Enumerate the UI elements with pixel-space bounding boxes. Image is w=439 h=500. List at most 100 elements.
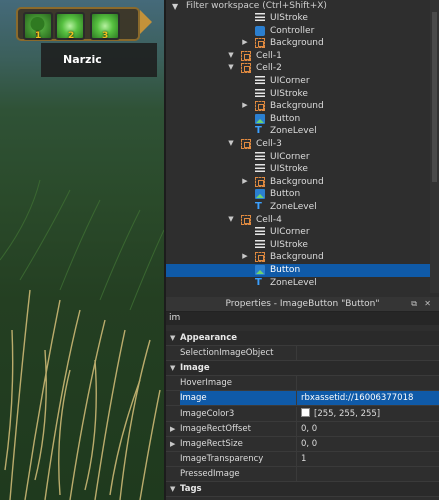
- color-swatch[interactable]: [301, 407, 310, 417]
- close-icon[interactable]: ✕: [424, 297, 431, 311]
- property-name: Tags: [180, 484, 202, 494]
- explorer-row[interactable]: ▶ Background: [166, 176, 430, 189]
- expand-arrow-icon[interactable]: ▶: [170, 437, 175, 451]
- explorer-row-label: Background: [270, 38, 324, 49]
- property-value[interactable]: [255, 255, 255]: [296, 406, 439, 421]
- property-value-text: [255, 255, 255]: [314, 408, 381, 419]
- frame-icon: [255, 101, 265, 112]
- property-name: ImageColor3: [180, 408, 235, 419]
- property-row[interactable]: ▶ ImageRectSize 0, 0: [166, 436, 439, 452]
- explorer-filter[interactable]: ▼ Filter workspace (Ctrl+Shift+X): [166, 0, 439, 12]
- frame-icon: [241, 63, 251, 74]
- imagebutton-icon: [255, 189, 265, 200]
- property-row[interactable]: Image rbxassetid://16006377018: [166, 391, 439, 407]
- filter-placeholder[interactable]: Filter workspace (Ctrl+Shift+X): [186, 0, 327, 12]
- property-category[interactable]: ▼ Appearance: [166, 331, 439, 347]
- explorer-row[interactable]: UIStroke: [166, 12, 430, 25]
- category-collapse-icon[interactable]: ▼: [170, 331, 175, 345]
- explorer-row[interactable]: ▶ Background: [166, 37, 430, 50]
- property-row[interactable]: PressedImage: [166, 466, 439, 482]
- property-value[interactable]: 0, 0: [296, 436, 439, 451]
- uistroke-icon: [255, 239, 265, 250]
- property-row[interactable]: SelectionImageObject: [166, 346, 439, 362]
- properties-title: Properties - ImageButton "Button": [225, 299, 380, 309]
- property-value[interactable]: [296, 376, 439, 391]
- frame-icon: [255, 252, 265, 263]
- property-category[interactable]: ▼ Tags: [166, 482, 439, 498]
- uistroke-icon: [255, 13, 265, 23]
- explorer-row-label: Cell-1: [256, 50, 282, 61]
- property-name: PressedImage: [180, 468, 240, 479]
- explorer-row[interactable]: ▶ Background: [166, 100, 430, 113]
- expanded-arrow-icon[interactable]: ▼: [227, 215, 235, 223]
- textlabel-icon: T: [255, 201, 262, 212]
- explorer-row[interactable]: T ZoneLevel: [166, 201, 430, 214]
- textlabel-icon: T: [255, 276, 262, 288]
- explorer-row[interactable]: ▼ Cell-1: [166, 50, 430, 63]
- explorer-row[interactable]: UICorner: [166, 151, 430, 164]
- properties-title-bar: Properties - ImageButton "Button" ⧉ ✕: [166, 297, 439, 312]
- imagebutton-icon: [255, 265, 265, 275]
- explorer-row[interactable]: Button: [166, 113, 430, 126]
- explorer-row[interactable]: ▶ Background: [166, 251, 430, 264]
- expand-arrow-icon[interactable]: ▶: [170, 422, 175, 436]
- property-name: Image: [180, 363, 210, 374]
- property-value[interactable]: [296, 346, 439, 361]
- category-collapse-icon[interactable]: ▼: [170, 482, 175, 496]
- explorer-row[interactable]: T ZoneLevel: [166, 277, 430, 290]
- explorer-row-label: ZoneLevel: [270, 126, 317, 137]
- explorer-row[interactable]: UICorner: [166, 226, 430, 239]
- property-value[interactable]: [296, 466, 439, 481]
- explorer-row[interactable]: ▼ Cell-2: [166, 62, 430, 75]
- explorer-row-label: Button: [270, 189, 301, 200]
- collapsed-arrow-icon[interactable]: ▶: [241, 252, 249, 260]
- property-category[interactable]: ▼ Image: [166, 361, 439, 377]
- property-value[interactable]: 0, 0: [296, 421, 439, 436]
- uicorner-icon: [255, 76, 265, 86]
- slot-number-3: 3: [102, 31, 109, 41]
- explorer-row[interactable]: T ZoneLevel: [166, 125, 430, 138]
- collapsed-arrow-icon[interactable]: ▶: [241, 177, 249, 185]
- explorer-row[interactable]: ▼ Cell-3: [166, 138, 430, 151]
- property-row[interactable]: ▶ ImageRectOffset 0, 0: [166, 421, 439, 437]
- scrollbar-thumb[interactable]: [432, 12, 437, 182]
- explorer-row[interactable]: UIStroke: [166, 239, 430, 252]
- property-value-text: 0, 0: [301, 423, 318, 434]
- expanded-arrow-icon[interactable]: ▼: [227, 63, 235, 71]
- slot-number-2: 2: [68, 31, 75, 41]
- explorer-row-label: UIStroke: [270, 88, 308, 99]
- property-name: Appearance: [180, 333, 238, 343]
- property-row[interactable]: HoverImage: [166, 376, 439, 392]
- explorer-row[interactable]: UIStroke: [166, 88, 430, 101]
- properties-search-input[interactable]: im: [166, 312, 439, 325]
- uicorner-icon: [255, 227, 265, 238]
- explorer-row[interactable]: UICorner: [166, 75, 430, 88]
- explorer-row-label: ZoneLevel: [270, 202, 317, 212]
- property-row[interactable]: ImageTransparency 1: [166, 451, 439, 467]
- expanded-arrow-icon[interactable]: ▼: [227, 51, 235, 59]
- property-value-text: rbxassetid://16006377018: [301, 393, 414, 404]
- collapsed-arrow-icon[interactable]: ▶: [241, 38, 249, 46]
- explorer-row[interactable]: ▼ Cell-4: [166, 214, 430, 227]
- explorer-row[interactable]: Button: [166, 188, 430, 201]
- explorer-row[interactable]: Controller: [166, 25, 430, 38]
- collapsed-arrow-icon[interactable]: ▶: [241, 101, 249, 109]
- explorer-row-label: Cell-2: [256, 63, 282, 74]
- explorer-row-label: Controller: [270, 25, 315, 36]
- explorer-scrollbar[interactable]: [430, 0, 439, 293]
- explorer-row-label: Button: [270, 113, 301, 124]
- property-name: HoverImage: [180, 378, 232, 389]
- explorer-row-label: UIStroke: [270, 164, 308, 175]
- property-value[interactable]: 1: [296, 451, 439, 466]
- explorer-row[interactable]: Button: [166, 264, 430, 277]
- popout-icon[interactable]: ⧉: [411, 297, 417, 311]
- explorer-row[interactable]: UIStroke: [166, 163, 430, 176]
- property-row[interactable]: ImageColor3 [255, 255, 255]: [166, 406, 439, 422]
- category-collapse-icon[interactable]: ▼: [170, 361, 175, 375]
- hotbar-next-arrow-icon[interactable]: [140, 10, 152, 34]
- game-viewport[interactable]: 1 2 3 Narzic: [0, 0, 164, 500]
- property-value[interactable]: rbxassetid://16006377018: [296, 391, 439, 406]
- expanded-arrow-icon[interactable]: ▼: [227, 139, 235, 147]
- frame-icon: [241, 139, 251, 149]
- explorer-row-label: Button: [270, 265, 301, 275]
